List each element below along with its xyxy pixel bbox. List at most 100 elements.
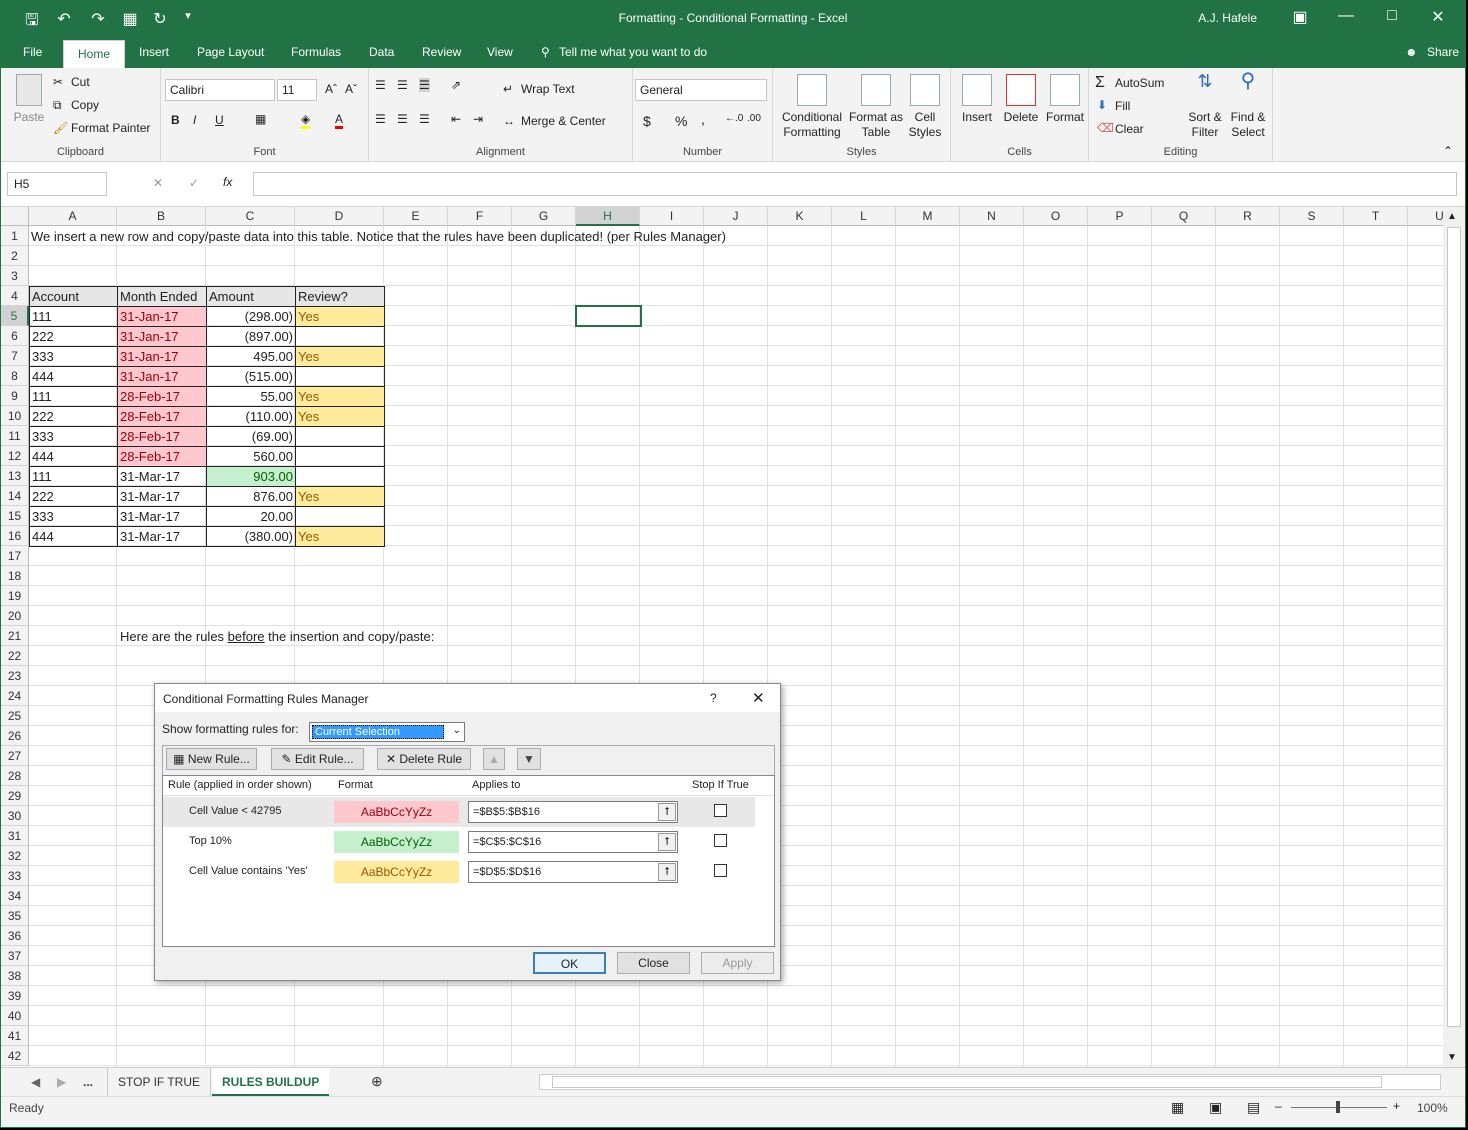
row-header-11[interactable]: 11: [1, 426, 29, 446]
font-size-select[interactable]: 11: [277, 79, 317, 101]
decrease-indent-icon[interactable]: ⇤: [451, 112, 461, 126]
clear-button[interactable]: Clear: [1115, 122, 1144, 136]
month-cell[interactable]: 28-Feb-17: [117, 386, 207, 407]
tab-review[interactable]: Review: [422, 45, 461, 59]
font-name-select[interactable]: Calibri: [165, 79, 275, 101]
copy-button[interactable]: Copy: [71, 98, 99, 112]
minimize-icon[interactable]: —: [1331, 7, 1361, 31]
next-sheet-icon[interactable]: ▶: [47, 1068, 76, 1096]
close-icon[interactable]: ✕: [1423, 7, 1453, 31]
align-center-icon[interactable]: ☰: [397, 112, 408, 126]
font-color-icon[interactable]: A: [335, 112, 344, 129]
zoom-level[interactable]: 100%: [1417, 1101, 1448, 1115]
row-header-13[interactable]: 13: [1, 466, 29, 486]
scroll-up-icon[interactable]: ▲: [1447, 211, 1457, 222]
row-header-17[interactable]: 17: [1, 546, 29, 566]
month-cell[interactable]: 28-Feb-17: [117, 446, 207, 467]
column-header-p[interactable]: P: [1088, 207, 1152, 226]
review-cell[interactable]: [295, 446, 385, 467]
account-cell[interactable]: 333: [29, 346, 118, 367]
dialog-close-button[interactable]: Close: [617, 952, 690, 974]
row-header-40[interactable]: 40: [1, 1006, 29, 1026]
row-header-8[interactable]: 8: [1, 366, 29, 386]
increase-indent-icon[interactable]: ⇥: [473, 112, 483, 126]
delete-rule-button[interactable]: ✕ Delete Rule: [377, 748, 471, 770]
cut-button[interactable]: Cut: [71, 75, 90, 89]
row-header-14[interactable]: 14: [1, 486, 29, 506]
review-cell[interactable]: [295, 366, 385, 387]
month-cell[interactable]: 28-Feb-17: [117, 426, 207, 447]
paste-button[interactable]: Paste: [9, 74, 49, 125]
column-header-g[interactable]: G: [512, 207, 576, 226]
row-header-37[interactable]: 37: [1, 946, 29, 966]
column-header-u[interactable]: U: [1408, 207, 1443, 226]
row-header-19[interactable]: 19: [1, 586, 29, 606]
column-header-q[interactable]: Q: [1152, 207, 1216, 226]
orientation-icon[interactable]: ⇗: [451, 78, 461, 92]
row-header-26[interactable]: 26: [1, 726, 29, 746]
rule-row[interactable]: Cell Value contains 'Yes' AaBbCcYyZz =$D$5…: [163, 857, 755, 887]
align-left-icon[interactable]: ☰: [375, 112, 386, 126]
review-cell[interactable]: [295, 326, 385, 347]
fill-color-icon[interactable]: ◈: [301, 112, 311, 129]
row-header-36[interactable]: 36: [1, 926, 29, 946]
column-header-a[interactable]: A: [29, 207, 117, 226]
amount-cell[interactable]: (897.00): [206, 326, 296, 347]
review-cell[interactable]: Yes: [295, 346, 385, 367]
row-header-22[interactable]: 22: [1, 646, 29, 666]
insert-cells-button[interactable]: Insert: [955, 74, 999, 125]
italic-button[interactable]: I: [193, 113, 196, 127]
tab-home[interactable]: Home: [63, 40, 126, 68]
move-up-button[interactable]: ▲: [483, 748, 505, 770]
cell-a1[interactable]: We insert a new row and copy/paste data …: [29, 227, 728, 247]
column-header-e[interactable]: E: [384, 207, 448, 226]
review-cell[interactable]: Yes: [295, 526, 385, 547]
row-header-7[interactable]: 7: [1, 346, 29, 366]
comma-button[interactable]: ,: [701, 111, 705, 127]
range-picker-icon[interactable]: ⭡: [658, 833, 676, 851]
maximize-icon[interactable]: □: [1377, 7, 1407, 31]
row-header-42[interactable]: 42: [1, 1046, 29, 1066]
row-header-24[interactable]: 24: [1, 686, 29, 706]
autosum-button[interactable]: AutoSum: [1115, 76, 1164, 90]
review-cell[interactable]: [295, 426, 385, 447]
format-as-table-button[interactable]: Format as Table: [845, 74, 907, 140]
row-header-12[interactable]: 12: [1, 446, 29, 466]
table-header-cell[interactable]: Account: [29, 286, 118, 307]
shrink-font-icon[interactable]: Aˇ: [345, 82, 357, 96]
number-format-select[interactable]: General: [635, 79, 767, 101]
select-all-corner[interactable]: [1, 207, 29, 226]
table-header-cell[interactable]: Month Ended: [117, 286, 207, 307]
formula-input[interactable]: [253, 172, 1457, 196]
amount-cell[interactable]: 903.00: [206, 466, 296, 487]
column-header-l[interactable]: L: [832, 207, 896, 226]
month-cell[interactable]: 31-Mar-17: [117, 526, 207, 547]
active-cell-cursor[interactable]: [575, 305, 642, 327]
stop-if-true-checkbox[interactable]: [714, 834, 727, 847]
new-rule-button[interactable]: ▦ New Rule...: [166, 748, 257, 770]
format-painter-button[interactable]: Format Painter: [71, 121, 150, 135]
row-header-39[interactable]: 39: [1, 986, 29, 1006]
edit-rule-button[interactable]: ✎ Edit Rule...: [271, 748, 364, 770]
row-header-21[interactable]: 21: [1, 626, 29, 646]
vertical-scrollbar[interactable]: ▲ ▼: [1443, 207, 1465, 1067]
find-select-button[interactable]: ⚲ Find & Select: [1227, 71, 1269, 140]
account-cell[interactable]: 333: [29, 506, 118, 527]
review-cell[interactable]: [295, 466, 385, 487]
row-header-30[interactable]: 30: [1, 806, 29, 826]
name-box[interactable]: H5: [7, 172, 107, 196]
row-header-25[interactable]: 25: [1, 706, 29, 726]
ribbon-display-icon[interactable]: ▣: [1285, 7, 1315, 31]
amount-cell[interactable]: 55.00: [206, 386, 296, 407]
account-cell[interactable]: 444: [29, 366, 118, 387]
bold-button[interactable]: B: [171, 113, 180, 127]
month-cell[interactable]: 31-Mar-17: [117, 506, 207, 527]
move-down-button[interactable]: ▼: [517, 748, 541, 770]
tab-insert[interactable]: Insert: [139, 45, 169, 59]
sheet-tab-stop-if-true[interactable]: STOP IF TRUE: [107, 1068, 212, 1096]
delete-cells-button[interactable]: Delete: [999, 74, 1043, 125]
row-header-38[interactable]: 38: [1, 966, 29, 986]
ok-button[interactable]: OK: [533, 952, 606, 974]
amount-cell[interactable]: 20.00: [206, 506, 296, 527]
add-sheet-icon[interactable]: ⊕: [361, 1066, 393, 1094]
